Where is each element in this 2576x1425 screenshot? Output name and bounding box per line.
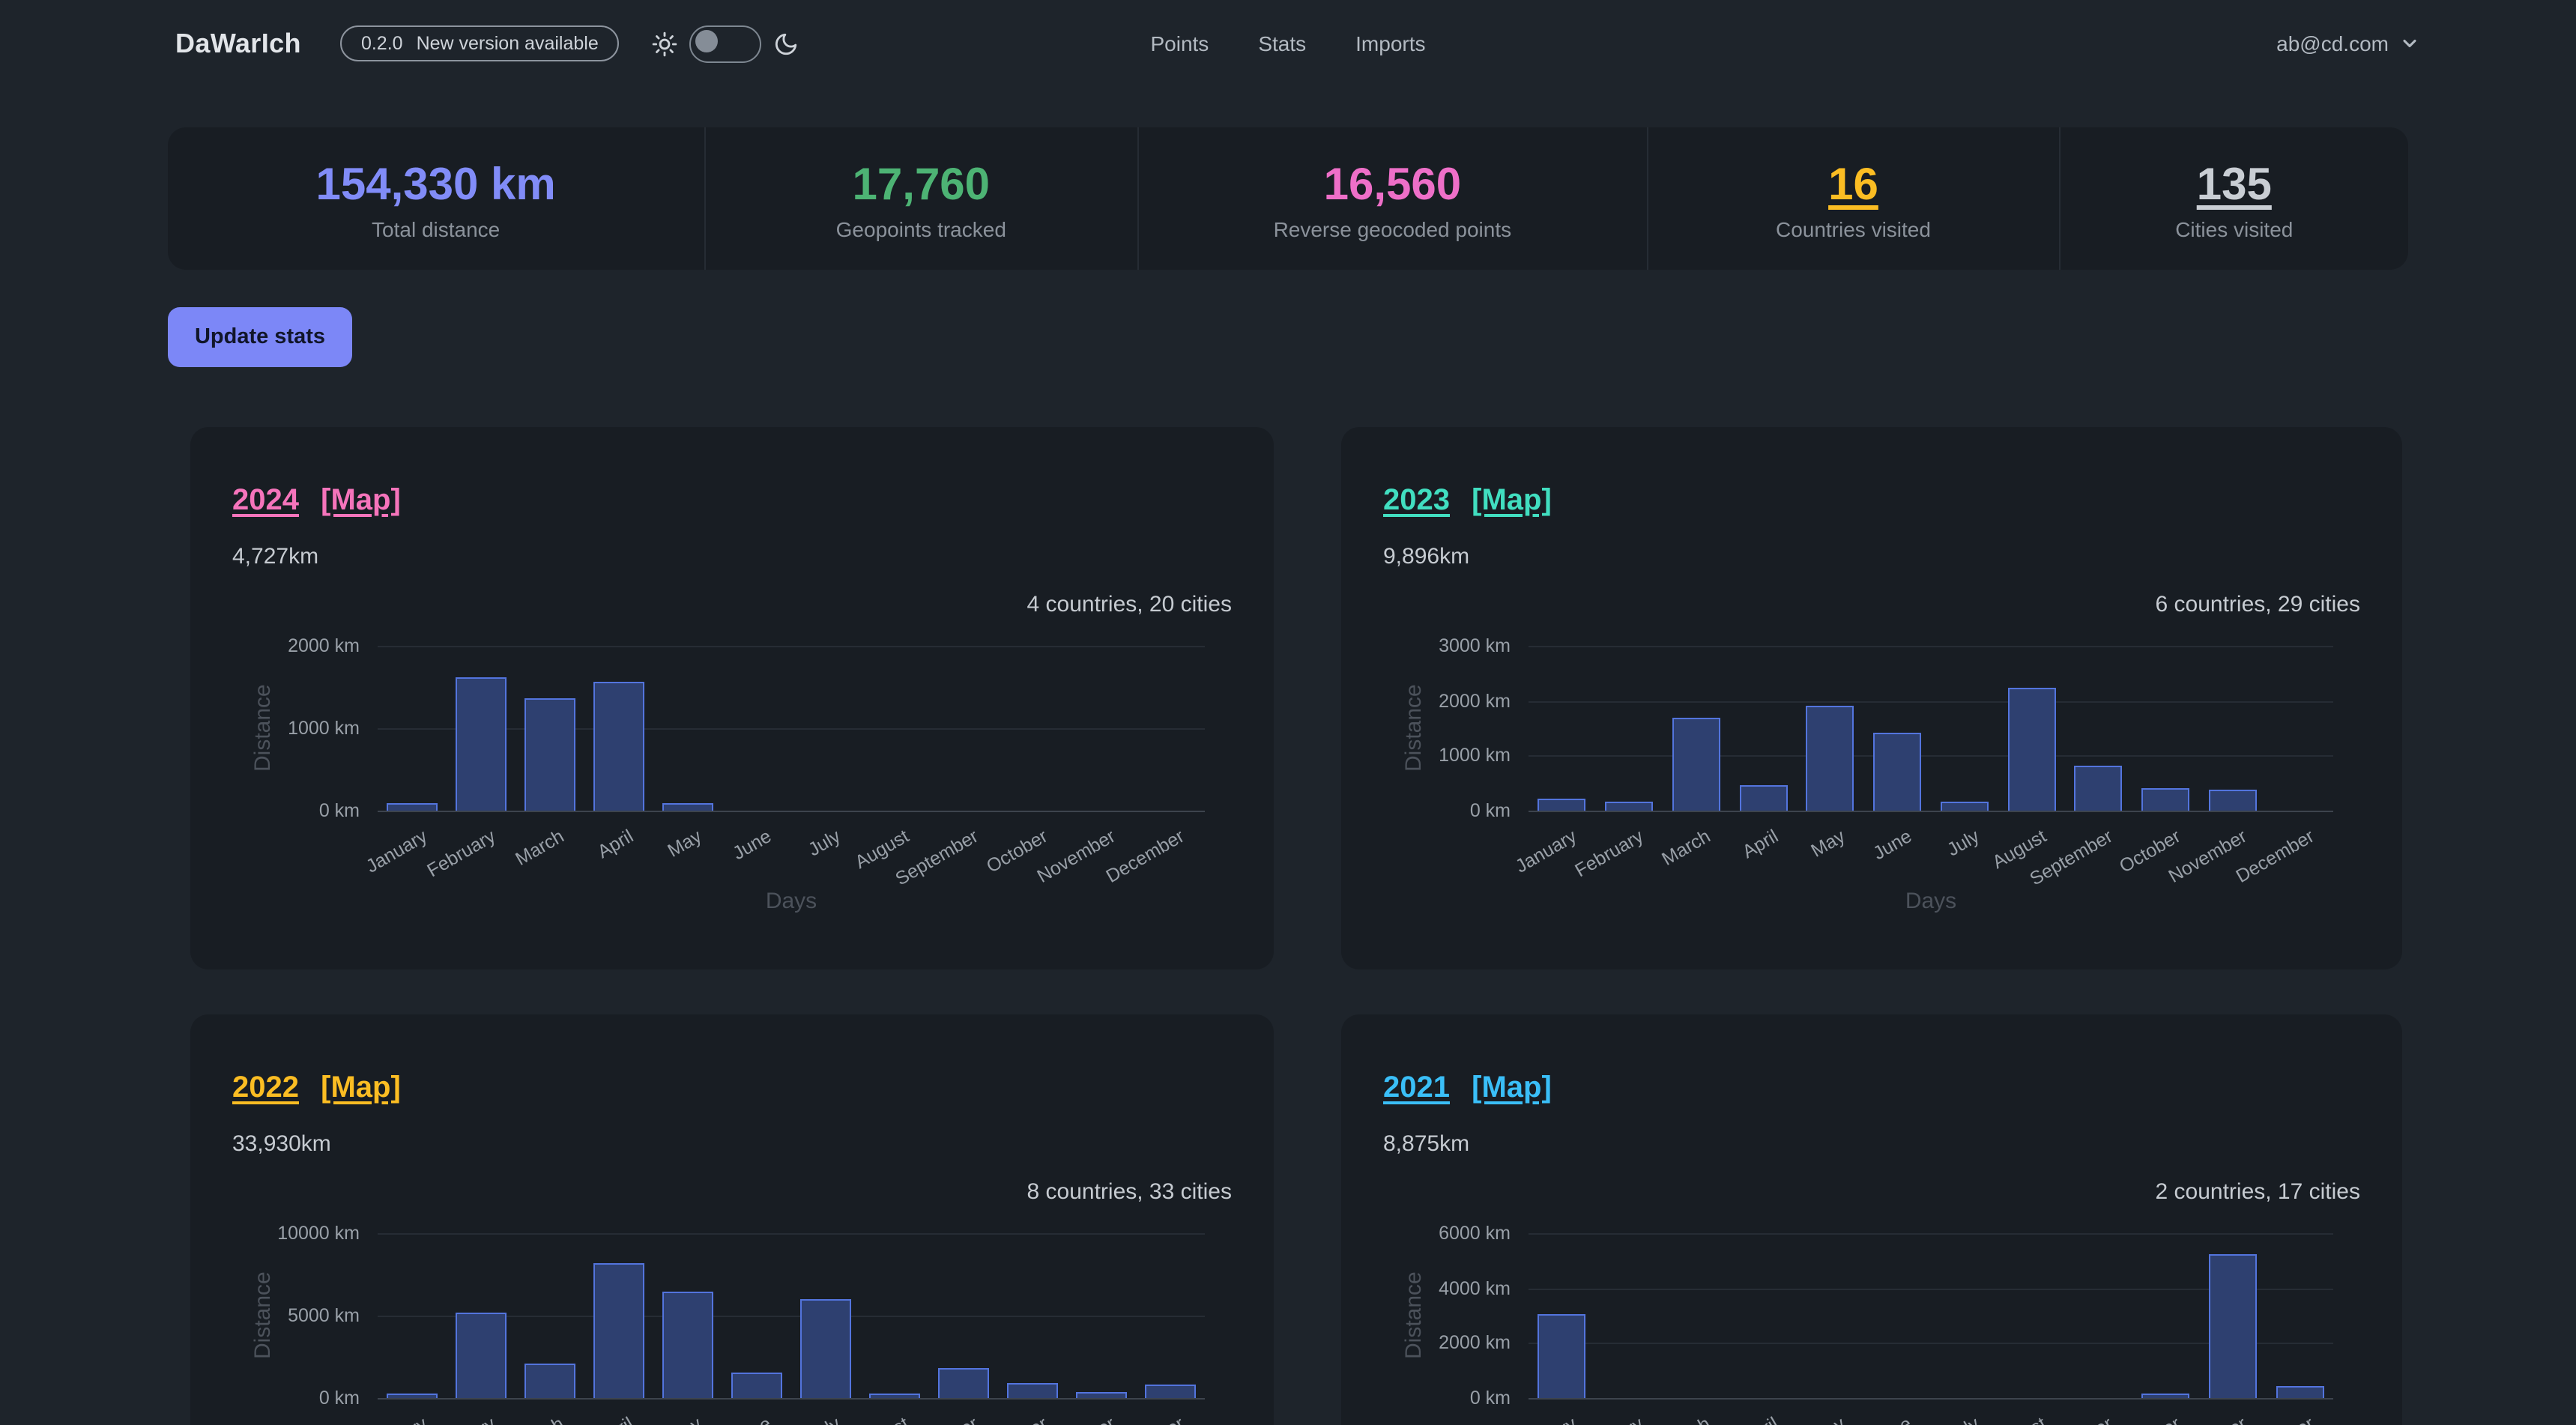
- theme-switcher: [653, 25, 799, 62]
- map-link[interactable]: [Map]: [321, 1071, 401, 1104]
- version-message: New version available: [417, 33, 599, 54]
- stat-label: Total distance: [372, 217, 500, 240]
- year-distance: 4,727km: [232, 544, 1232, 569]
- stat-reverse-geocoded: 16,560 Reverse geocoded points: [1138, 127, 1648, 270]
- year-distance: 33,930km: [232, 1131, 1232, 1157]
- year-links: 2024 [Map]: [232, 427, 1232, 518]
- map-link[interactable]: [Map]: [1472, 1071, 1552, 1104]
- user-email: ab@cd.com: [2276, 31, 2389, 55]
- stat-value: 154,330 km: [316, 161, 556, 209]
- update-stats-button[interactable]: Update stats: [168, 307, 352, 367]
- year-cards-grid: 2024 [Map] 4,727km 4 countries, 20 citie…: [190, 427, 2576, 1425]
- monthly-distance-chart-2021: 0 km2000 km4000 km6000 kmJanuaryFebruary…: [1383, 1218, 2360, 1425]
- cities-visited-link[interactable]: 135: [2197, 161, 2272, 209]
- year-links: 2023 [Map]: [1383, 427, 2360, 518]
- theme-toggle[interactable]: [690, 25, 762, 62]
- moon-icon: [774, 31, 799, 56]
- dawarich-app: DaWarIch 0.2.0 New version available: [0, 0, 2576, 1425]
- version-badge[interactable]: 0.2.0 New version available: [340, 25, 620, 61]
- countries-visited-link[interactable]: 16: [1828, 161, 1878, 209]
- map-link[interactable]: [Map]: [1472, 484, 1552, 517]
- sun-icon: [653, 31, 678, 56]
- stat-geopoints: 17,760 Geopoints tracked: [705, 127, 1138, 270]
- stat-label: Cities visited: [2175, 217, 2293, 240]
- year-links: 2021 [Map]: [1383, 1014, 2360, 1106]
- stat-cities-visited: 135 Cities visited: [2061, 127, 2409, 270]
- stat-countries-visited: 16 Countries visited: [1648, 127, 2060, 270]
- stat-label: Reverse geocoded points: [1274, 217, 1512, 240]
- year-link[interactable]: 2021: [1383, 1071, 1450, 1104]
- stat-label: Geopoints tracked: [836, 217, 1006, 240]
- year-links: 2022 [Map]: [232, 1014, 1232, 1106]
- toggle-knob: [696, 30, 719, 52]
- user-menu[interactable]: ab@cd.com: [2276, 31, 2420, 55]
- year-link[interactable]: 2022: [232, 1071, 299, 1104]
- year-card-2023: 2023 [Map] 9,896km 6 countries, 29 citie…: [1341, 427, 2402, 969]
- stat-label: Countries visited: [1776, 217, 1931, 240]
- map-link[interactable]: [Map]: [321, 484, 401, 517]
- main-nav: Points Stats Imports: [1150, 31, 1425, 55]
- nav-points[interactable]: Points: [1150, 31, 1209, 55]
- year-summary: 8 countries, 33 cities: [232, 1179, 1232, 1205]
- year-link[interactable]: 2024: [232, 484, 299, 517]
- year-card-2021: 2021 [Map] 8,875km 2 countries, 17 citie…: [1341, 1014, 2402, 1425]
- stat-total-distance: 154,330 km Total distance: [168, 127, 705, 270]
- year-distance: 9,896km: [1383, 544, 2360, 569]
- year-card-2024: 2024 [Map] 4,727km 4 countries, 20 citie…: [190, 427, 1274, 969]
- stat-value: 17,760: [853, 161, 991, 209]
- stat-value: 16,560: [1324, 161, 1462, 209]
- year-link[interactable]: 2023: [1383, 484, 1450, 517]
- monthly-distance-chart-2024: 0 km1000 km2000 kmJanuaryFebruaryMarchAp…: [232, 631, 1232, 928]
- year-summary: 2 countries, 17 cities: [1383, 1179, 2360, 1205]
- nav-stats[interactable]: Stats: [1258, 31, 1306, 55]
- monthly-distance-chart-2023: 0 km1000 km2000 km3000 kmJanuaryFebruary…: [1383, 631, 2360, 928]
- chevron-down-icon: [2399, 33, 2420, 54]
- year-summary: 4 countries, 20 cities: [232, 592, 1232, 617]
- stats-banner: 154,330 km Total distance 17,760 Geopoin…: [168, 127, 2408, 270]
- app-header: DaWarIch 0.2.0 New version available: [0, 0, 2576, 87]
- version-number: 0.2.0: [361, 33, 403, 54]
- nav-imports[interactable]: Imports: [1355, 31, 1425, 55]
- year-card-2022: 2022 [Map] 33,930km 8 countries, 33 citi…: [190, 1014, 1274, 1425]
- year-distance: 8,875km: [1383, 1131, 2360, 1157]
- app-logo[interactable]: DaWarIch: [175, 28, 301, 59]
- monthly-distance-chart-2022: 0 km5000 km10000 kmJanuaryFebruaryMarchA…: [232, 1218, 1232, 1425]
- year-summary: 6 countries, 29 cities: [1383, 592, 2360, 617]
